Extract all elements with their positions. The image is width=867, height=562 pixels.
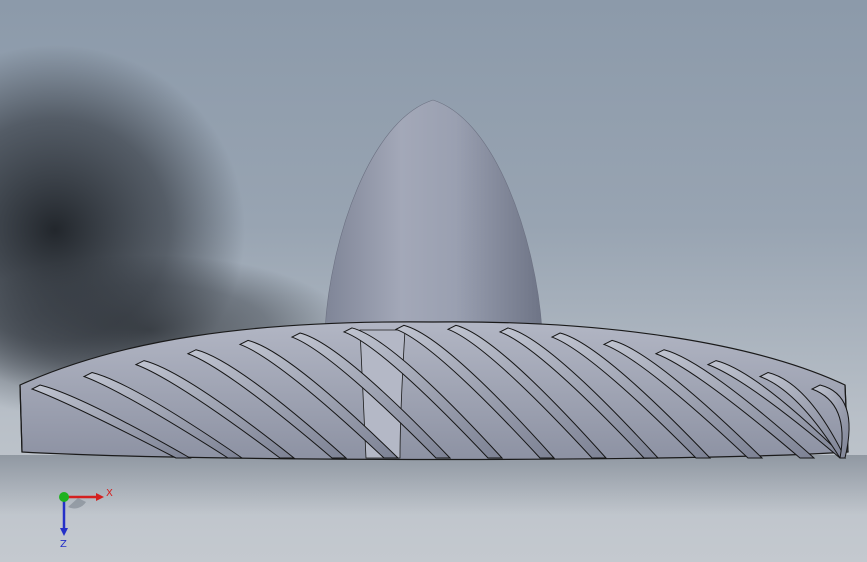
x-axis-label: X xyxy=(106,488,113,499)
model-view[interactable] xyxy=(0,0,867,562)
nose-cone xyxy=(324,99,543,331)
y-axis-dot xyxy=(59,492,69,502)
view-triad: X Z xyxy=(48,480,118,550)
z-axis-arrow xyxy=(60,528,68,536)
z-axis-label: Z xyxy=(60,539,67,550)
triad-shadow xyxy=(68,498,86,509)
graphics-viewport[interactable]: X Z xyxy=(0,0,867,562)
floor-shadow xyxy=(0,455,867,515)
x-axis-arrow xyxy=(96,493,104,501)
